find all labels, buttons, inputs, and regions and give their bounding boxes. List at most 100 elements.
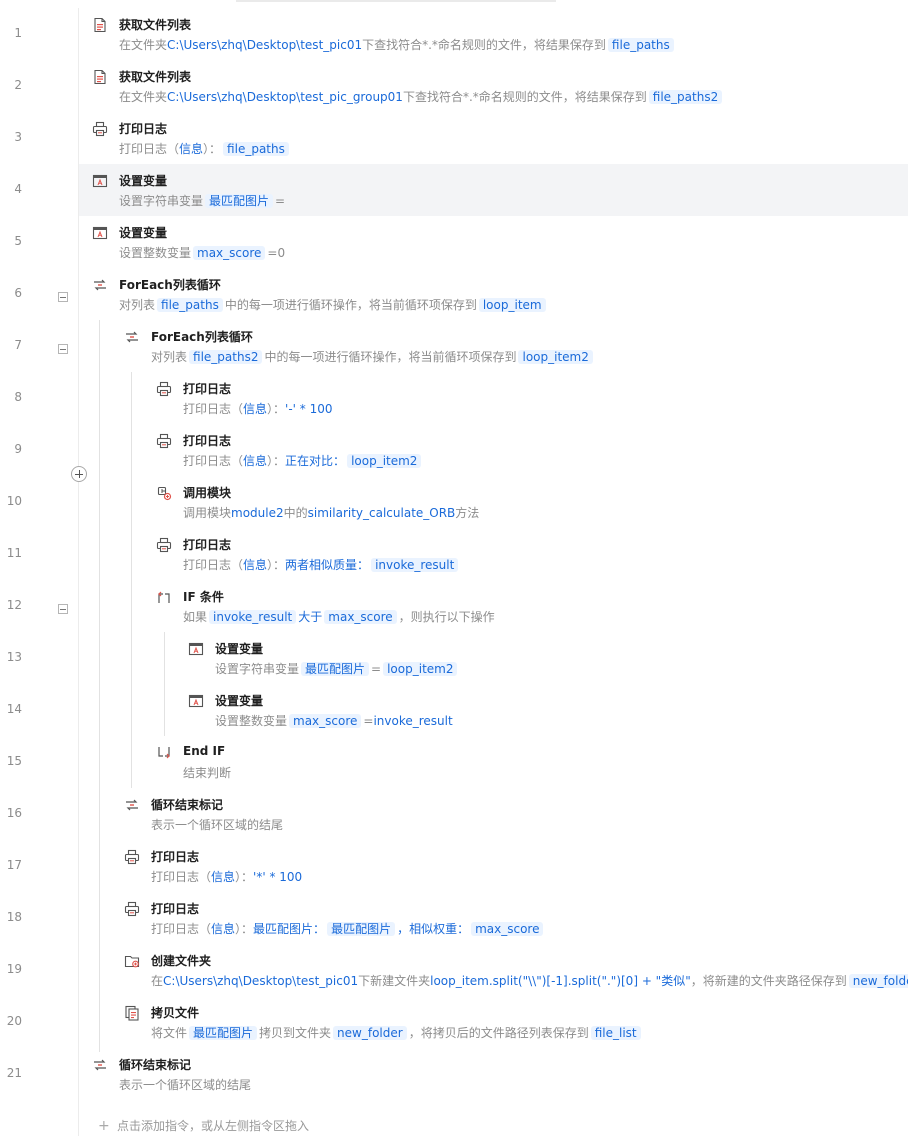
variable-chip[interactable]: max_score: [193, 246, 266, 260]
line-number: 21: [6, 1066, 22, 1080]
instruction-step[interactable]: 4 设置变量 设置字符串变量 最匹配图片 =: [0, 164, 908, 216]
step-description: 表示一个循环区域的结尾: [151, 816, 283, 834]
instruction-step[interactable]: 7 ForEach列表循环 对列表 file_paths2 中的每一项进行循环操作，将当…: [0, 320, 908, 372]
set-variable-icon: [188, 641, 204, 657]
step-description: 结束判断: [183, 764, 231, 782]
variable-chip[interactable]: new_folder: [848, 974, 908, 988]
instruction-step[interactable]: 15 End IF 结束判断: [0, 736, 908, 788]
parameter-value: similarity_calculate_ORB: [307, 506, 456, 520]
line-number: 4: [14, 182, 22, 196]
step-title: 循环结束标记: [151, 798, 224, 812]
instruction-step[interactable]: 9 打印日志 打印日志（信息）：正在对比： loop_item2: [0, 424, 908, 476]
description-text: ）：: [267, 454, 286, 468]
add-step-button[interactable]: [71, 466, 87, 482]
description-text: 对列表: [151, 350, 188, 364]
instruction-step[interactable]: 1 获取文件列表 在文件夹C:\Users\zhq\Desktop\test_pic…: [0, 8, 908, 60]
instruction-step[interactable]: 11 打印日志 打印日志（信息）：两者相似质量： invoke_result: [0, 528, 908, 580]
variable-chip[interactable]: 最匹配图片: [301, 662, 370, 676]
step-description: 打印日志（信息）：最匹配图片： 最匹配图片 ，相似权重： max_score: [151, 920, 545, 938]
line-number: 13: [6, 650, 22, 664]
instruction-step[interactable]: 13 设置变量 设置字符串变量 最匹配图片 = loop_item2: [0, 632, 908, 684]
variable-chip[interactable]: file_list: [590, 1026, 641, 1040]
variable-chip[interactable]: 最匹配图片: [327, 922, 396, 936]
variable-chip[interactable]: loop_item2: [383, 662, 458, 676]
instruction-step[interactable]: 14 设置变量 设置整数变量 max_score =invoke_result: [0, 684, 908, 736]
step-title: 设置变量: [215, 642, 264, 656]
variable-chip[interactable]: loop_item2: [347, 454, 422, 468]
variable-chip[interactable]: file_paths: [223, 142, 289, 156]
instruction-step[interactable]: 18 打印日志 打印日志（信息）：最匹配图片： 最匹配图片 ，相似权重： max_scor…: [0, 892, 908, 944]
variable-chip[interactable]: invoke_result: [209, 610, 297, 624]
description-text: 设置字符串变量: [215, 662, 300, 676]
step-title: 调用模块: [183, 486, 232, 500]
variable-chip[interactable]: 最匹配图片: [205, 194, 274, 208]
description-text: 对列表: [119, 298, 156, 312]
description-text: 设置整数变量: [119, 246, 192, 260]
parameter-value: 信息: [243, 558, 268, 572]
step-title: 拷贝文件: [151, 1006, 200, 1020]
parameter-value: C:\Users\zhq\Desktop\test_pic_group01: [167, 90, 403, 104]
instruction-step[interactable]: 2 获取文件列表 在文件夹C:\Users\zhq\Desktop\test_pic…: [0, 60, 908, 112]
description-text: 打印日志（: [151, 870, 212, 884]
variable-chip[interactable]: file_paths2: [648, 90, 723, 104]
description-text: 打印日志（: [183, 558, 244, 572]
parameter-value: 两者相似质量：: [285, 558, 370, 572]
instruction-step[interactable]: 12 IF 条件 如果 invoke_result 大于 max_score ，则执行以下操…: [0, 580, 908, 632]
instruction-step[interactable]: 5 设置变量 设置整数变量 max_score =0: [0, 216, 908, 268]
description-text: 如果: [183, 610, 208, 624]
set-variable-icon: [188, 693, 204, 709]
variable-chip[interactable]: max_score: [289, 714, 362, 728]
file-list-icon: [92, 69, 108, 85]
instruction-step[interactable]: 20 拷贝文件 将文件 最匹配图片 拷贝到文件夹 new_folder ，将拷贝后的文件路径…: [0, 996, 908, 1048]
loop-icon: [124, 329, 140, 345]
line-number: 18: [6, 910, 22, 924]
instruction-step[interactable]: 21 循环结束标记 表示一个循环区域的结尾: [0, 1048, 908, 1100]
line-number: 12: [6, 598, 22, 612]
top-scroll-indicator: [236, 0, 556, 2]
variable-chip[interactable]: max_score: [324, 610, 397, 624]
step-description: 打印日志（信息）：'*' * 100: [151, 868, 302, 886]
variable-chip[interactable]: file_paths: [607, 38, 674, 52]
description-text: 打印日志（: [119, 142, 180, 156]
description-text: 下查找符合*.*命名规则的文件，将结果保存到: [402, 90, 647, 104]
line-number: 6: [14, 286, 22, 300]
variable-chip[interactable]: invoke_result: [371, 558, 459, 572]
line-number: 7: [14, 338, 22, 352]
parameter-value: 最匹配图片：: [253, 922, 326, 936]
variable-chip[interactable]: loop_item: [478, 298, 546, 312]
variable-chip[interactable]: max_score: [471, 922, 544, 936]
step-title: ForEach列表循环: [119, 278, 221, 292]
variable-chip[interactable]: 最匹配图片: [189, 1026, 258, 1040]
set-variable-icon: [92, 225, 108, 241]
collapse-toggle[interactable]: [58, 344, 68, 354]
instruction-step[interactable]: 3 打印日志 打印日志（信息）： file_paths: [0, 112, 908, 164]
line-number: 11: [6, 546, 22, 560]
step-description: 设置字符串变量 最匹配图片 =: [119, 192, 285, 210]
description-text: =0: [267, 246, 286, 260]
description-text: ）：: [267, 558, 286, 572]
add-instruction-hint[interactable]: + 点击添加指令，或从左侧指令区拖入: [98, 1117, 309, 1134]
step-description: 在文件夹C:\Users\zhq\Desktop\test_pic_group0…: [119, 88, 724, 106]
variable-chip[interactable]: new_folder: [333, 1026, 407, 1040]
variable-chip[interactable]: file_paths2: [189, 350, 263, 364]
description-text: 中的每一项进行循环操作，将当前循环项保存到: [264, 350, 517, 364]
set-variable-icon: [92, 173, 108, 189]
variable-chip[interactable]: loop_item2: [518, 350, 593, 364]
line-number: 2: [14, 78, 22, 92]
instruction-step[interactable]: 6 ForEach列表循环对列表 file_paths 中的每一项进行循环操作，将当前…: [0, 268, 908, 320]
if-nesting-line: [164, 632, 165, 736]
line-number: 3: [14, 130, 22, 144]
step-title: 获取文件列表: [119, 18, 192, 32]
instruction-step[interactable]: 19 创建文件夹 在C:\Users\zhq\Desktop\test_pic01下…: [0, 944, 908, 996]
instruction-step[interactable]: 10 调用模块 调用模块module2中的similarity_calculate_…: [0, 476, 908, 528]
line-number: 16: [6, 806, 22, 820]
instruction-step[interactable]: 8 打印日志 打印日志（信息）：'-' * 100: [0, 372, 908, 424]
variable-chip[interactable]: file_paths: [157, 298, 223, 312]
collapse-toggle[interactable]: [58, 604, 68, 614]
instruction-step[interactable]: 17 打印日志 打印日志（信息）：'*' * 100: [0, 840, 908, 892]
description-text: =: [363, 714, 374, 728]
description-text: 拷贝到文件夹: [259, 1026, 332, 1040]
step-description: 对列表 file_paths 中的每一项进行循环操作，将当前循环项保存到 loop_i…: [119, 296, 548, 314]
instruction-step[interactable]: 16 循环结束标记表示一个循环区域的结尾: [0, 788, 908, 840]
collapse-toggle[interactable]: [58, 292, 68, 302]
